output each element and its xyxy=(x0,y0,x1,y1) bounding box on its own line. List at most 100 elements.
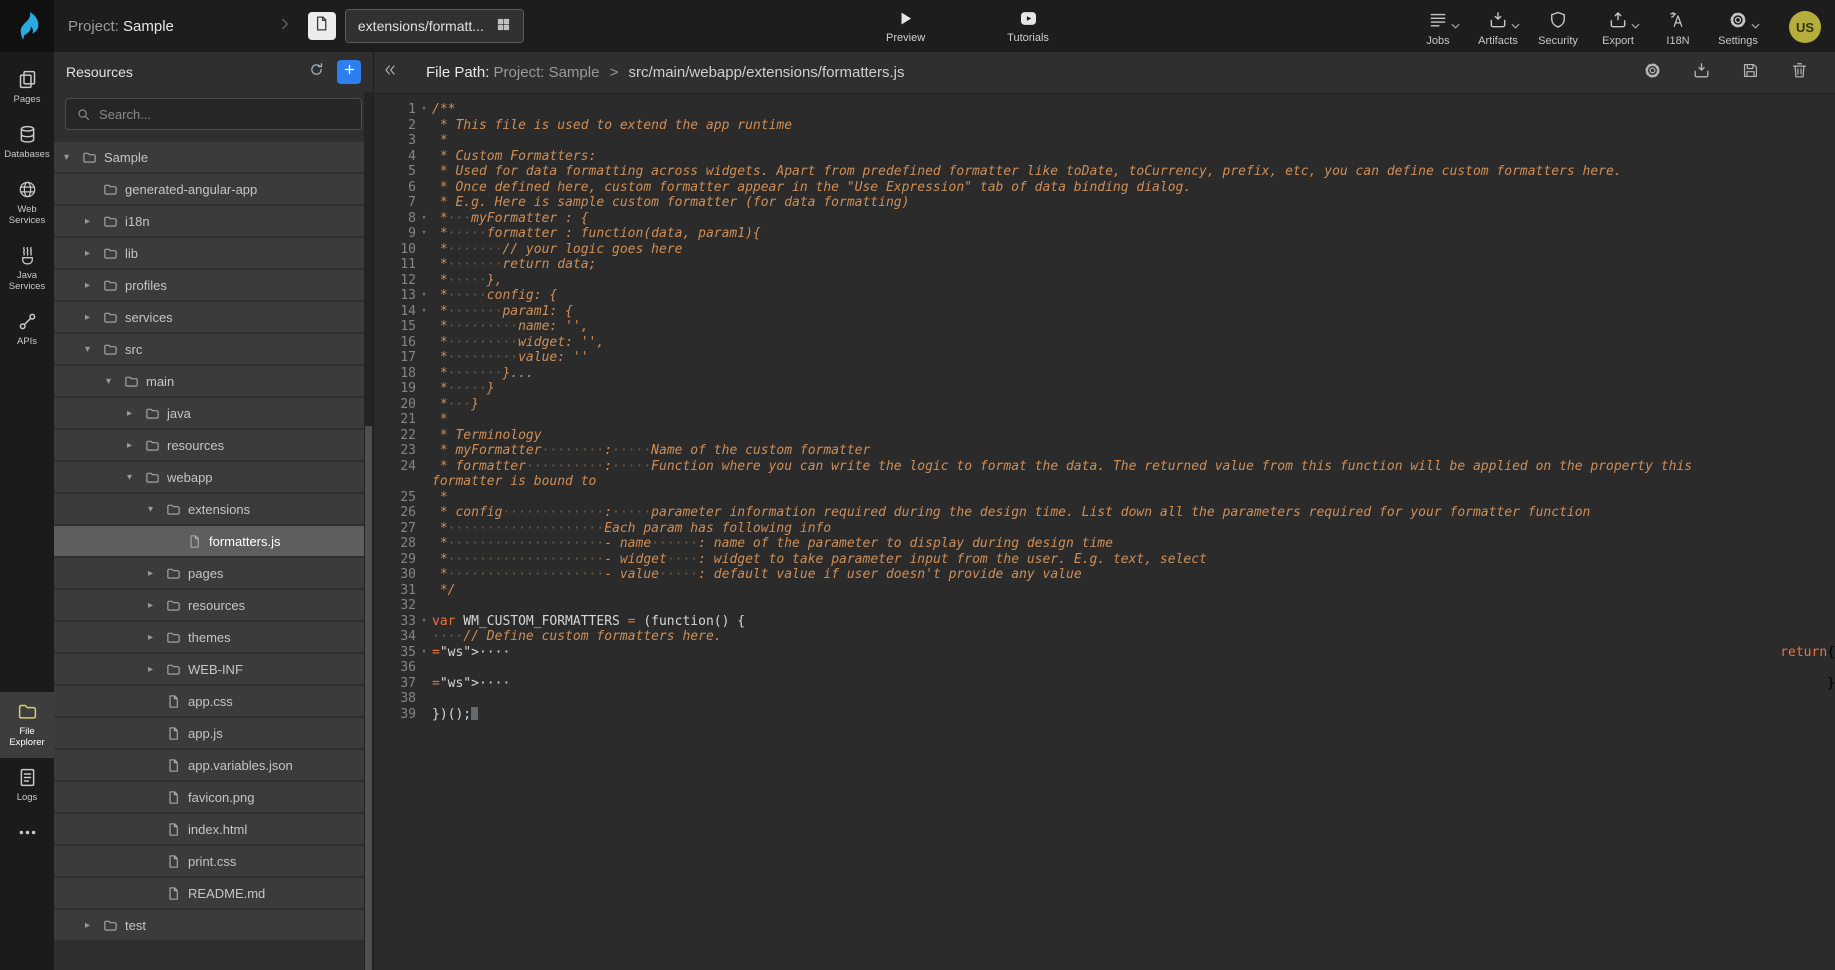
collapse-arrow-icon[interactable]: ▾ xyxy=(106,376,124,387)
code-line-23[interactable]: 23 * myFormatter········:·····Name of th… xyxy=(374,443,1835,459)
expand-arrow-icon[interactable]: ▸ xyxy=(127,408,145,419)
download-button[interactable] xyxy=(1692,61,1711,85)
code-line-15[interactable]: 15 *·········name: '', xyxy=(374,319,1835,335)
sidebar-item-file-explorer[interactable]: File Explorer xyxy=(0,692,54,758)
tree-item-generated-angular-app[interactable]: generated-angular-app xyxy=(54,174,364,204)
tree-item-i18n[interactable]: ▸i18n xyxy=(54,206,364,236)
code-line-29[interactable]: 29 *····················- widget····: wi… xyxy=(374,552,1835,568)
tree-item-test[interactable]: ▸test xyxy=(54,910,364,940)
tree-item-index.html[interactable]: index.html xyxy=(54,814,364,844)
code-line-20[interactable]: 20 *···} xyxy=(374,397,1835,413)
code-line-22[interactable]: 22 * Terminology xyxy=(374,428,1835,444)
tree-item-resources[interactable]: ▸resources xyxy=(54,430,364,460)
code-line-17[interactable]: 17 *·········value: '' xyxy=(374,350,1835,366)
code-line-38[interactable]: 38 xyxy=(374,691,1835,707)
code-line-36[interactable]: 36 xyxy=(374,660,1835,676)
code-line-35[interactable]: 35▾="ws">····return { xyxy=(374,645,1835,661)
tree-item-webapp[interactable]: ▾webapp xyxy=(54,462,364,492)
jobs-button[interactable]: Jobs xyxy=(1411,10,1465,47)
i18n-button[interactable]: I18N xyxy=(1651,10,1705,47)
sidebar-item-logs[interactable]: Logs xyxy=(0,758,54,813)
code-line-3[interactable]: 3 * xyxy=(374,133,1835,149)
fold-arrow-icon[interactable]: ▾ xyxy=(416,226,432,242)
tree-item-WEB-INF[interactable]: ▸WEB-INF xyxy=(54,654,364,684)
code-line-34[interactable]: 34····// Define custom formatters here. xyxy=(374,629,1835,645)
code-line-4[interactable]: 4 * Custom Formatters: xyxy=(374,149,1835,165)
sidebar-item-web-services[interactable]: Web Services xyxy=(0,170,54,236)
fold-arrow-icon[interactable]: ▾ xyxy=(416,102,432,118)
fold-arrow-icon[interactable]: ▾ xyxy=(416,288,432,304)
code-line-10[interactable]: 10 *·······// your logic goes here xyxy=(374,242,1835,258)
expand-arrow-icon[interactable]: ▸ xyxy=(85,312,103,323)
code-line-19[interactable]: 19 *·····} xyxy=(374,381,1835,397)
export-button[interactable]: Export xyxy=(1591,10,1645,47)
code-line-5[interactable]: 5 * Used for data formatting across widg… xyxy=(374,164,1835,180)
more-button[interactable] xyxy=(0,813,54,852)
tree-item-lib[interactable]: ▸lib xyxy=(54,238,364,268)
file-badge-button[interactable] xyxy=(308,12,336,40)
app-logo[interactable] xyxy=(0,0,54,52)
code-line-39[interactable]: 39})(); xyxy=(374,707,1835,723)
code-line-6[interactable]: 6 * Once defined here, custom formatter … xyxy=(374,180,1835,196)
tree-item-src[interactable]: ▾src xyxy=(54,334,364,364)
tutorials-button[interactable]: Tutorials xyxy=(1007,9,1049,44)
tree-item-main[interactable]: ▾main xyxy=(54,366,364,396)
tree-item-services[interactable]: ▸services xyxy=(54,302,364,332)
code-line-21[interactable]: 21 * xyxy=(374,412,1835,428)
tree-item-formatters.js[interactable]: formatters.js xyxy=(54,526,364,556)
expand-arrow-icon[interactable]: ▸ xyxy=(148,632,166,643)
code-line-26[interactable]: 26 * config·············:·····parameter … xyxy=(374,505,1835,521)
tree-scrollbar-thumb[interactable] xyxy=(365,426,372,970)
tree-item-extensions[interactable]: ▾extensions xyxy=(54,494,364,524)
collapse-arrow-icon[interactable]: ▾ xyxy=(64,152,82,163)
collapse-arrow-icon[interactable]: ▾ xyxy=(148,504,166,515)
code-line-27[interactable]: 27 *····················Each param has f… xyxy=(374,521,1835,537)
sidebar-item-databases[interactable]: Databases xyxy=(0,115,54,170)
code-line-25[interactable]: 25 * xyxy=(374,490,1835,506)
collapse-arrow-icon[interactable]: ▾ xyxy=(85,344,103,355)
search-input[interactable] xyxy=(99,107,351,122)
expand-arrow-icon[interactable]: ▸ xyxy=(85,216,103,227)
fold-arrow-icon[interactable]: ▾ xyxy=(416,211,432,227)
preview-button[interactable]: Preview xyxy=(886,9,925,44)
tree-item-pages[interactable]: ▸pages xyxy=(54,558,364,588)
code-line-2[interactable]: 2 * This file is used to extend the app … xyxy=(374,118,1835,134)
expand-arrow-icon[interactable]: ▸ xyxy=(148,568,166,579)
tree-item-profiles[interactable]: ▸profiles xyxy=(54,270,364,300)
tree-item-print.css[interactable]: print.css xyxy=(54,846,364,876)
security-button[interactable]: Security xyxy=(1531,10,1585,47)
tree-scrollbar[interactable] xyxy=(364,92,373,970)
code-editor[interactable]: 1▾/**2 * This file is used to extend the… xyxy=(374,94,1835,970)
fold-arrow-icon[interactable]: ▾ xyxy=(416,645,432,661)
tree-item-java[interactable]: ▸java xyxy=(54,398,364,428)
code-line-24[interactable]: 24 * formatter··········:·····Function w… xyxy=(374,459,1835,490)
expand-arrow-icon[interactable]: ▸ xyxy=(85,280,103,291)
fold-arrow-icon[interactable]: ▾ xyxy=(416,614,432,630)
expand-arrow-icon[interactable]: ▸ xyxy=(148,600,166,611)
tree-item-resources[interactable]: ▸resources xyxy=(54,590,364,620)
code-line-1[interactable]: 1▾/** xyxy=(374,102,1835,118)
code-line-12[interactable]: 12 *·····}, xyxy=(374,273,1835,289)
code-line-8[interactable]: 8▾ *···myFormatter : { xyxy=(374,211,1835,227)
tree-item-app.variables.json[interactable]: app.variables.json xyxy=(54,750,364,780)
add-resource-button[interactable] xyxy=(337,60,361,84)
expand-arrow-icon[interactable]: ▸ xyxy=(148,664,166,675)
sidebar-item-apis[interactable]: APIs xyxy=(0,302,54,357)
code-line-11[interactable]: 11 *·······return data; xyxy=(374,257,1835,273)
dashboard-grid-icon[interactable] xyxy=(496,17,511,35)
refresh-button[interactable] xyxy=(308,61,325,83)
code-line-7[interactable]: 7 * E.g. Here is sample custom formatter… xyxy=(374,195,1835,211)
tree-item-README.md[interactable]: README.md xyxy=(54,878,364,908)
code-line-32[interactable]: 32 xyxy=(374,598,1835,614)
tree-item-app.js[interactable]: app.js xyxy=(54,718,364,748)
code-line-14[interactable]: 14▾ *·······param1: { xyxy=(374,304,1835,320)
code-line-37[interactable]: 37="ws">····} xyxy=(374,676,1835,692)
code-line-18[interactable]: 18 *·······}... xyxy=(374,366,1835,382)
artifacts-button[interactable]: Artifacts xyxy=(1471,10,1525,47)
code-line-33[interactable]: 33▾var WM_CUSTOM_FORMATTERS = (function(… xyxy=(374,614,1835,630)
tree-item-app.css[interactable]: app.css xyxy=(54,686,364,716)
tree-item-Sample[interactable]: ▾Sample xyxy=(54,142,364,172)
tree-item-themes[interactable]: ▸themes xyxy=(54,622,364,652)
tree-item-favicon.png[interactable]: favicon.png xyxy=(54,782,364,812)
sidebar-item-pages[interactable]: Pages xyxy=(0,60,54,115)
